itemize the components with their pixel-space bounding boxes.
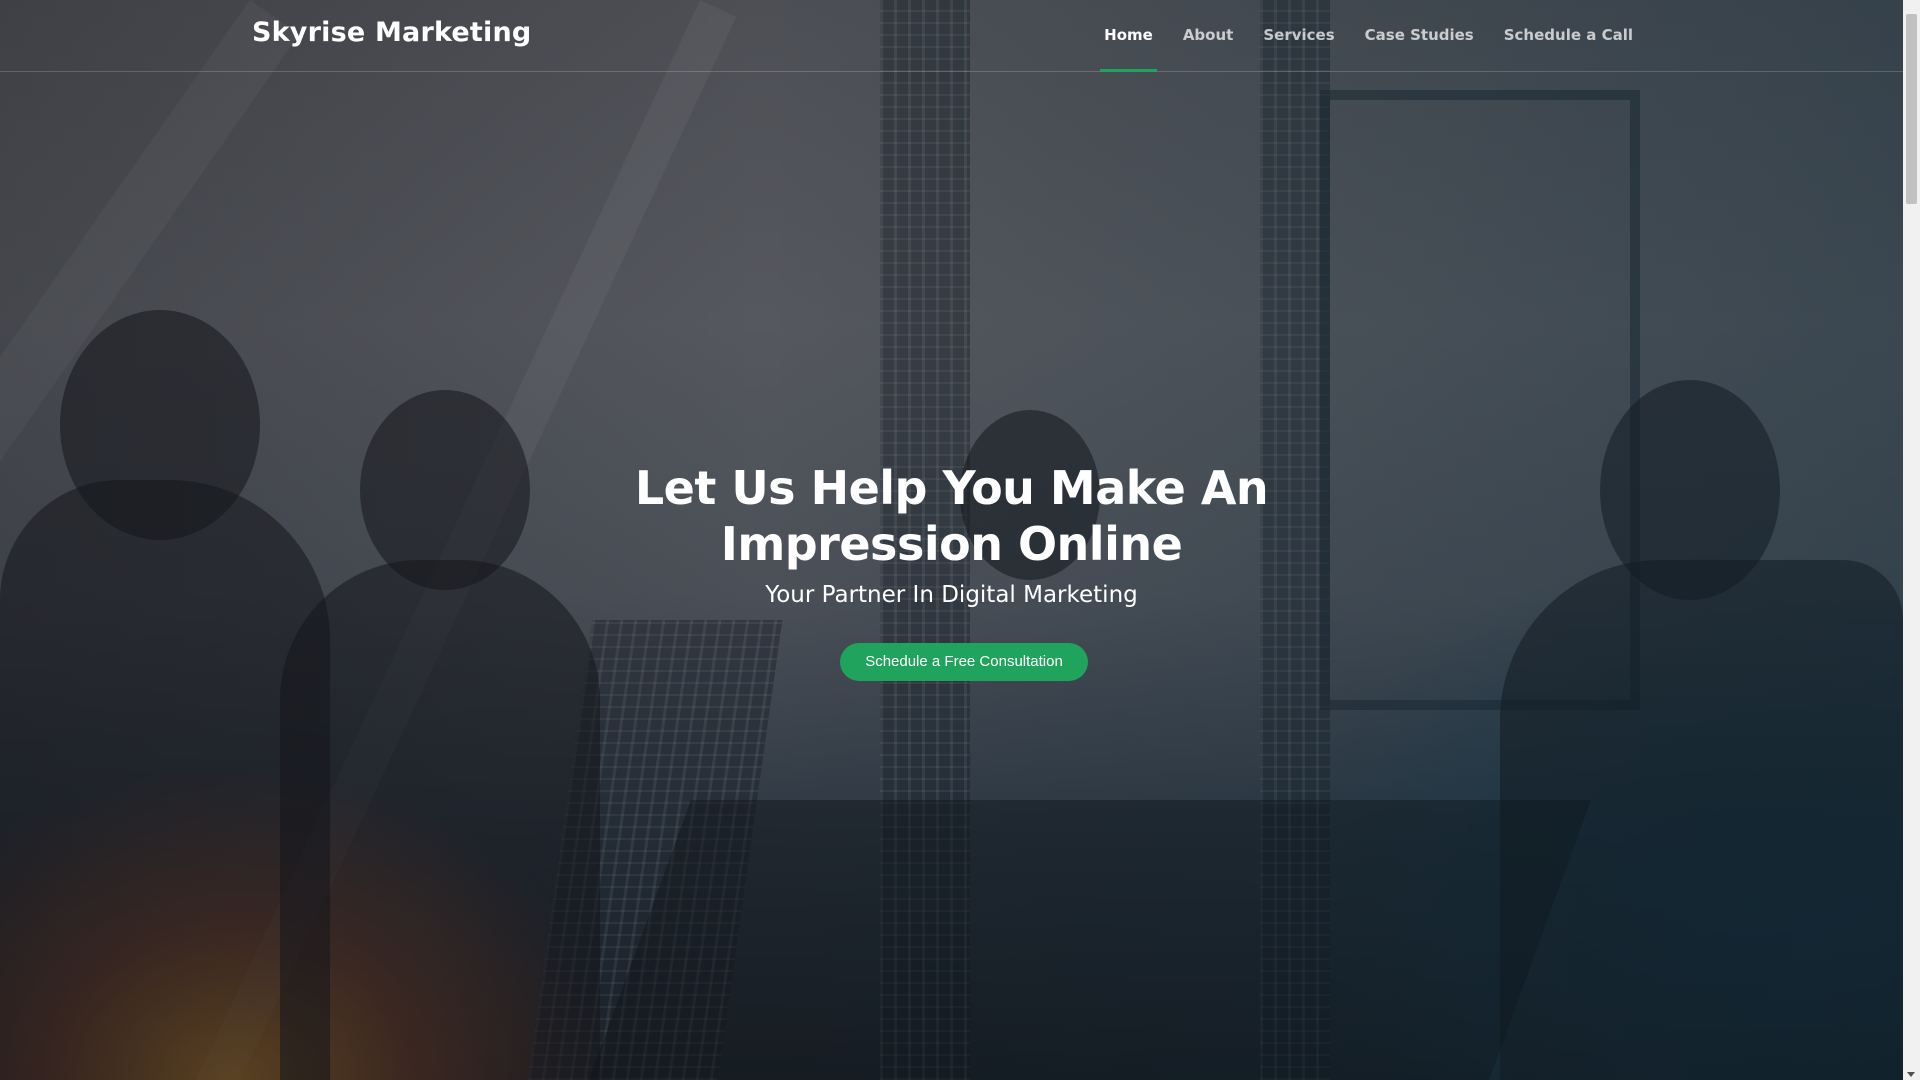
nav-home[interactable]: Home — [1100, 0, 1157, 72]
chevron-down-icon[interactable] — [1907, 1072, 1915, 1077]
hero-headline: Let Us Help You Make An Impression Onlin… — [634, 461, 1269, 571]
hero-content: Let Us Help You Make An Impression Onlin… — [0, 460, 1903, 681]
nav-services[interactable]: Services — [1263, 0, 1334, 71]
schedule-consultation-button[interactable]: Schedule a Free Consultation — [840, 643, 1088, 681]
brand-logo[interactable]: Skyrise Marketing — [252, 17, 531, 48]
site-header: Skyrise Marketing Home About Services Ca… — [0, 0, 1903, 72]
nav-about[interactable]: About — [1183, 0, 1234, 71]
nav-case-studies[interactable]: Case Studies — [1365, 0, 1474, 71]
nav-schedule-a-call[interactable]: Schedule a Call — [1504, 0, 1633, 71]
vertical-scrollbar[interactable] — [1903, 0, 1920, 1080]
hero-section: Skyrise Marketing Home About Services Ca… — [0, 0, 1903, 1080]
hero-subheadline: Your Partner In Digital Marketing — [765, 582, 1138, 608]
main-nav: Home About Services Case Studies Schedul… — [1100, 0, 1633, 72]
scrollbar-thumb[interactable] — [1906, 14, 1917, 204]
